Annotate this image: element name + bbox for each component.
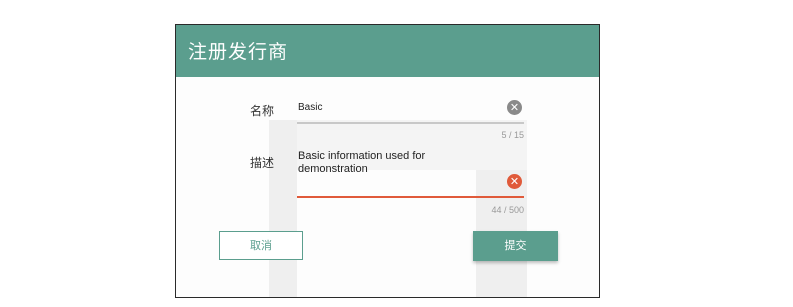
description-line: Basic information used for (298, 150, 426, 162)
background-watermark (269, 120, 297, 297)
dialog-title: 注册发行商 (188, 41, 289, 63)
clear-icon[interactable]: ✕ (507, 174, 522, 189)
description-label: 描述 (249, 156, 274, 170)
cancel-button[interactable]: 取消 (219, 231, 303, 260)
description-textarea[interactable]: Basic information used for demonstration (298, 150, 498, 176)
name-underline (297, 122, 524, 124)
description-line: demonstration (298, 163, 368, 175)
dialog-header: 注册发行商 (176, 25, 599, 77)
description-underline-active (297, 196, 524, 198)
register-publisher-dialog: 注册发行商 名称 Basic ✕ 5 / 15 描述 Basic informa… (175, 24, 600, 298)
name-input[interactable]: Basic (298, 102, 322, 113)
clear-icon[interactable]: ✕ (507, 100, 522, 115)
name-label: 名称 (249, 104, 274, 118)
submit-button[interactable]: 提交 (473, 231, 558, 261)
name-char-counter: 5 / 15 (501, 130, 524, 140)
description-char-counter: 44 / 500 (491, 205, 524, 215)
